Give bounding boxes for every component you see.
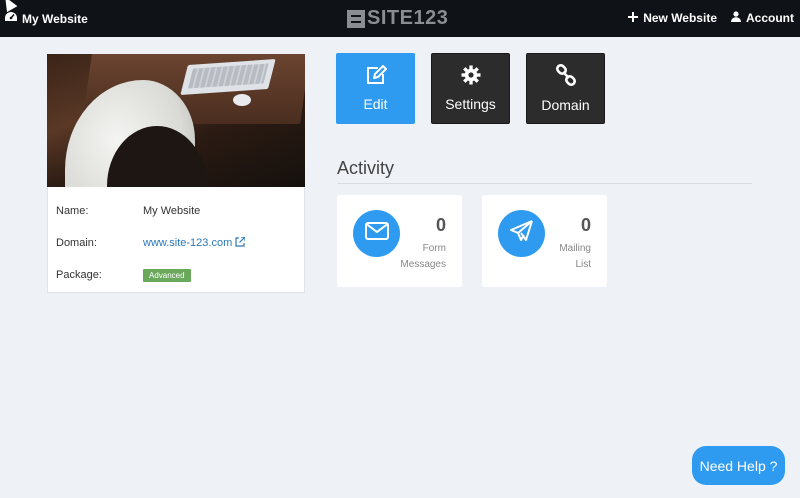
site123-logo: SITE123	[347, 7, 448, 30]
package-badge: Advanced	[143, 268, 191, 282]
chair-inner-shape	[107, 126, 207, 187]
mailing-list-label: Mailing List	[531, 241, 591, 273]
edit-button[interactable]: Edit	[336, 53, 415, 124]
mailing-list-card[interactable]: 0 Mailing List	[482, 195, 607, 287]
domain-value: www.site-123.com	[143, 237, 233, 249]
mouse-shape	[233, 94, 251, 106]
activity-heading: Activity	[337, 158, 395, 178]
account-button[interactable]: Account	[731, 11, 794, 25]
mailing-list-label-line2: List	[575, 259, 591, 270]
mailing-list-count: 0	[580, 215, 591, 235]
name-key: Name:	[56, 205, 89, 217]
package-key: Package:	[56, 269, 102, 281]
dashboard-icon	[4, 11, 18, 26]
user-icon	[731, 11, 741, 25]
site-name: My Website	[22, 11, 88, 26]
envelope-icon	[364, 222, 389, 245]
website-thumbnail	[47, 54, 305, 187]
mailing-list-label-line1: Mailing	[559, 243, 591, 254]
paper-plane-icon	[509, 220, 534, 247]
domain-key: Domain:	[56, 237, 97, 249]
gear-icon	[461, 65, 481, 88]
domain-label: Domain	[541, 97, 590, 113]
top-navigation-bar: My Website SITE123 New Website Account	[0, 0, 800, 37]
form-messages-label: Form Messages	[386, 241, 446, 273]
form-messages-label-line2: Messages	[400, 259, 446, 270]
info-row-package: Package: Advanced	[56, 259, 296, 291]
external-link-icon	[235, 235, 246, 250]
website-info: Name: My Website Domain: www.site-123.co…	[47, 187, 305, 293]
edit-icon	[365, 65, 387, 88]
settings-label: Settings	[445, 96, 496, 112]
top-right-actions: New Website Account	[628, 11, 794, 25]
form-messages-card[interactable]: 0 Form Messages	[337, 195, 462, 287]
activity-divider	[337, 183, 752, 184]
form-messages-count: 0	[435, 215, 446, 235]
account-label: Account	[746, 11, 794, 25]
site123-logo-mark	[347, 9, 365, 28]
chair-shape	[65, 80, 207, 187]
domain-button[interactable]: Domain	[526, 53, 605, 124]
form-messages-label-line1: Form	[422, 243, 446, 254]
name-value: My Website	[143, 205, 201, 217]
new-website-button[interactable]: New Website	[628, 11, 717, 25]
domain-link[interactable]: www.site-123.com	[143, 235, 246, 250]
new-website-label: New Website	[643, 11, 717, 25]
edit-label: Edit	[363, 96, 388, 112]
settings-button[interactable]: Settings	[431, 53, 510, 124]
link-chain-icon	[555, 63, 577, 89]
plus-icon	[628, 11, 639, 25]
my-website-menu[interactable]: My Website	[4, 11, 88, 26]
website-profile-card: Name: My Website Domain: www.site-123.co…	[47, 54, 305, 293]
logo-text: SITE123	[367, 7, 449, 29]
info-row-name: Name: My Website	[56, 195, 296, 227]
need-help-button[interactable]: Need Help ?	[692, 446, 785, 485]
info-row-domain: Domain: www.site-123.com	[56, 227, 296, 259]
